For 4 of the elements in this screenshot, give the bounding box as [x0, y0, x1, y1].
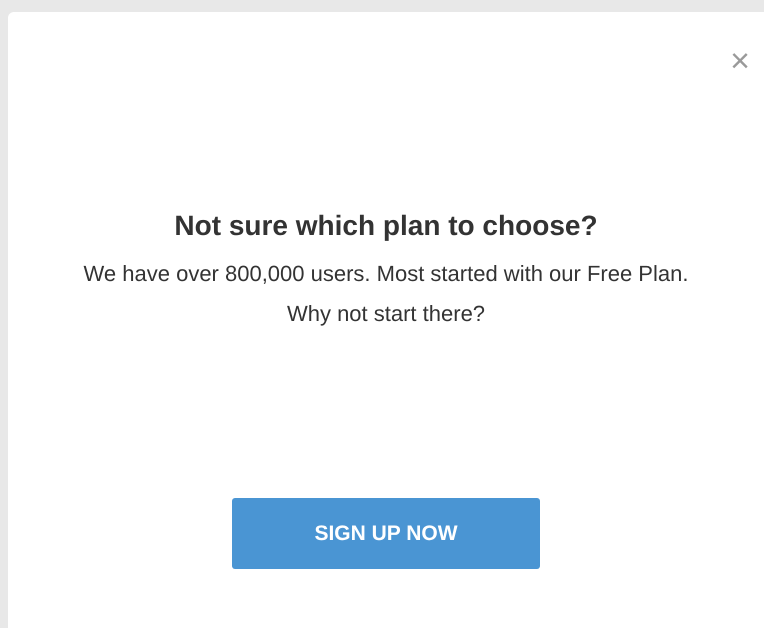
dialog-title: Not sure which plan to choose?	[174, 209, 598, 243]
close-button[interactable]: ×	[730, 46, 750, 76]
dialog-message: We have over 800,000 users. Most started with our Free Plan. Why not start there?	[82, 260, 690, 328]
sign-up-button[interactable]: SIGN UP NOW	[232, 498, 540, 569]
